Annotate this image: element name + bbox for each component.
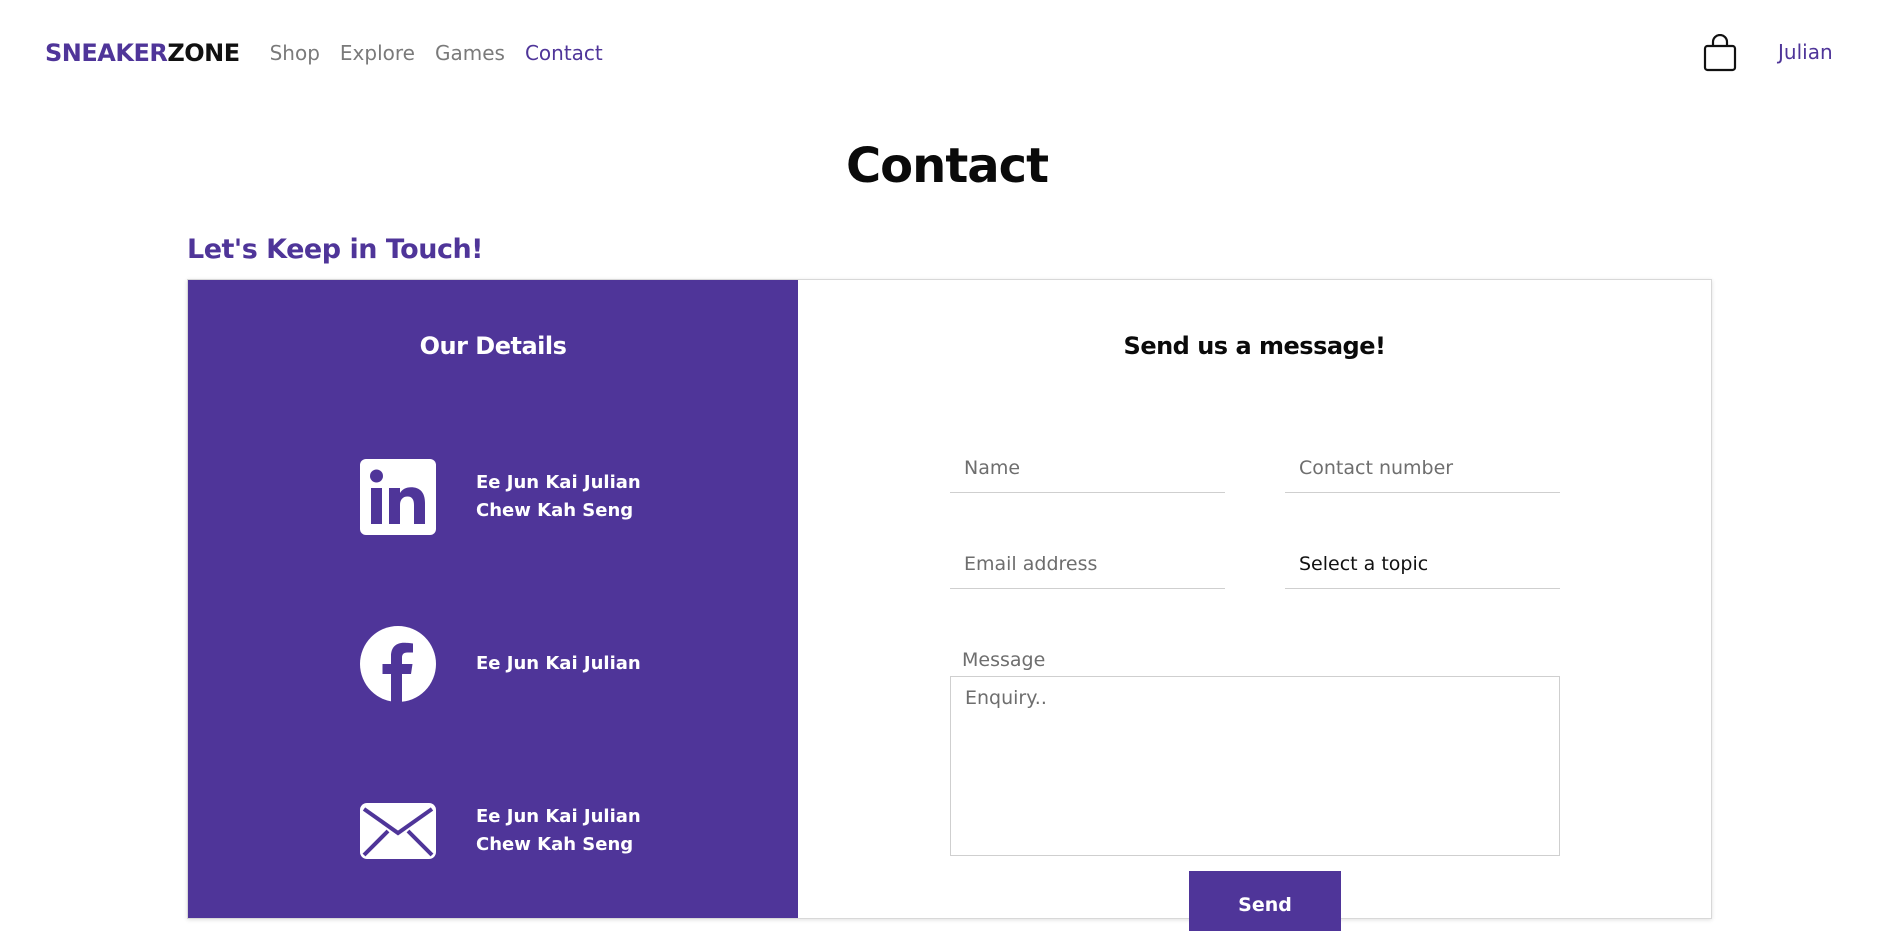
email-name-2: Chew Kah Seng xyxy=(476,834,634,855)
email-icon[interactable] xyxy=(360,793,436,869)
message-title: Send us a message! xyxy=(1123,332,1386,360)
brand-logo-part1: SNEAKER xyxy=(45,38,168,67)
navbar: SNEAKERZONE Shop Explore Games Contact xyxy=(0,0,1894,105)
name-input[interactable] xyxy=(950,443,1225,493)
detail-row-email: Ee Jun Kai Julian Chew Kah Seng xyxy=(360,793,641,869)
email-names: Ee Jun Kai Julian Chew Kah Seng xyxy=(476,803,641,859)
nav-link-explore[interactable]: Explore xyxy=(340,41,415,65)
facebook-icon[interactable] xyxy=(360,626,436,702)
topic-select[interactable]: Select a topic xyxy=(1285,539,1560,589)
nav-link-shop[interactable]: Shop xyxy=(270,41,320,65)
facebook-name-1: Ee Jun Kai Julian xyxy=(476,653,641,674)
page-title: Contact xyxy=(845,138,1049,194)
message-textarea[interactable] xyxy=(950,676,1560,856)
email-name-1: Ee Jun Kai Julian xyxy=(476,806,641,827)
nav-link-contact[interactable]: Contact xyxy=(525,41,603,65)
detail-row-linkedin: Ee Jun Kai Julian Chew Kah Seng xyxy=(360,459,641,535)
user-account-link[interactable]: Julian xyxy=(1778,40,1833,64)
nav-link-games[interactable]: Games xyxy=(435,41,505,65)
message-panel: Send us a message! Select a topic Messag… xyxy=(798,280,1711,931)
detail-row-facebook: Ee Jun Kai Julian xyxy=(360,626,641,702)
email-input[interactable] xyxy=(950,539,1225,589)
topic-select-value: Select a topic xyxy=(1299,552,1429,575)
details-panel: Our Details Ee Jun Kai Julian Chew Kah S… xyxy=(188,280,798,918)
shopping-bag-icon[interactable] xyxy=(1702,33,1738,72)
linkedin-icon[interactable] xyxy=(360,459,436,535)
linkedin-name-2: Chew Kah Seng xyxy=(476,500,634,521)
linkedin-name-1: Ee Jun Kai Julian xyxy=(476,472,641,493)
brand-logo[interactable]: SNEAKERZONE xyxy=(45,41,240,65)
brand-logo-part2: ZONE xyxy=(167,38,240,67)
page-subtitle: Let's Keep in Touch! xyxy=(187,234,483,265)
contact-card: Our Details Ee Jun Kai Julian Chew Kah S… xyxy=(187,279,1712,931)
linkedin-names: Ee Jun Kai Julian Chew Kah Seng xyxy=(476,469,641,525)
details-title: Our Details xyxy=(419,332,567,360)
send-button[interactable]: Send xyxy=(1189,871,1341,931)
message-label: Message xyxy=(962,649,1046,671)
facebook-names: Ee Jun Kai Julian xyxy=(476,650,641,678)
contact-number-input[interactable] xyxy=(1285,443,1560,493)
